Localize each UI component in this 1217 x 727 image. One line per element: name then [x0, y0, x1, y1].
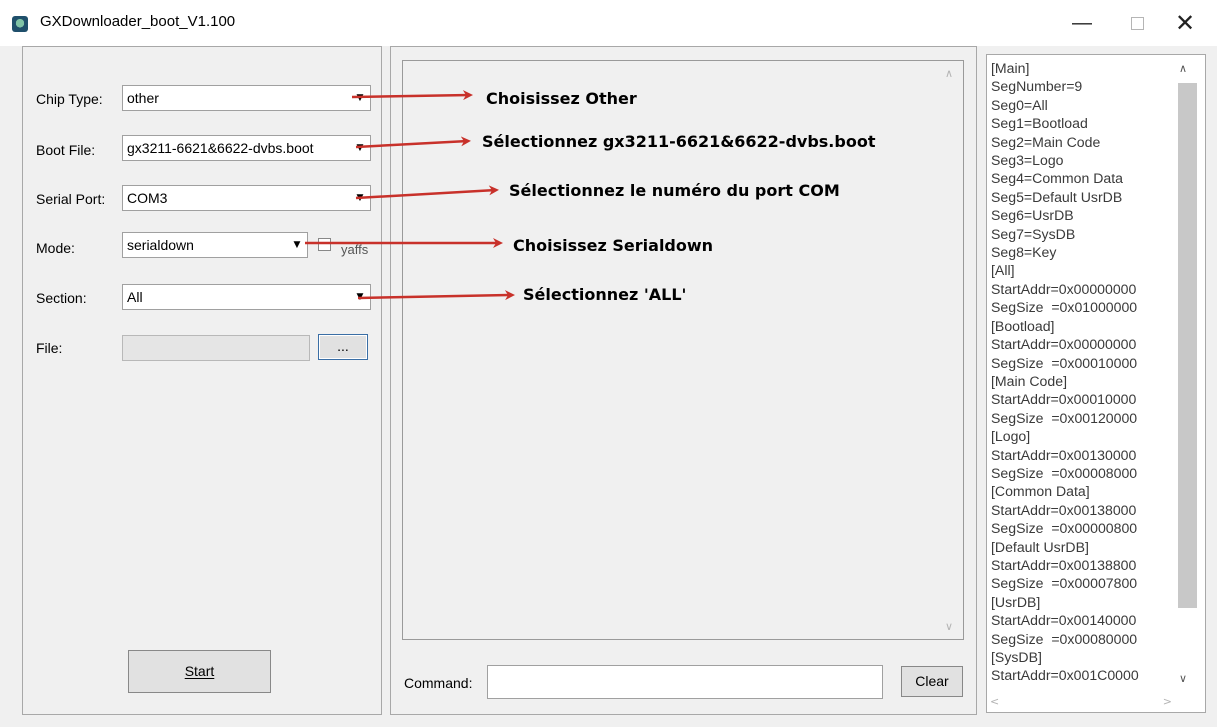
- annotation-arrows: Choisissez Other Sélectionnez gx3211-662…: [305, 89, 876, 304]
- annotation-section: Sélectionnez 'ALL': [523, 285, 686, 304]
- annotation-serial-port: Sélectionnez le numéro du port COM: [509, 181, 840, 200]
- annotation-arrow-boot-file: [355, 136, 471, 149]
- annotation-chip-type: Choisissez Other: [486, 89, 637, 108]
- annotation-arrow-section: [357, 290, 515, 301]
- annotation-arrow-serial-port: [355, 185, 499, 200]
- annotation-arrow-chip-type: [351, 90, 473, 101]
- annotation-boot-file: Sélectionnez gx3211-6621&6622-dvbs.boot: [482, 132, 876, 151]
- annotation-mode: Choisissez Serialdown: [513, 236, 713, 255]
